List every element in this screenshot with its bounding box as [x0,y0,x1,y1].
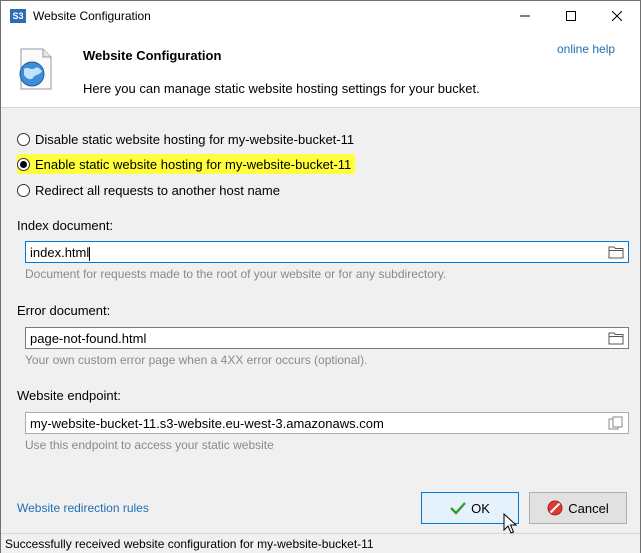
website-endpoint-field[interactable]: my-website-bucket-11.s3-website.eu-west-… [25,412,629,434]
browse-folder-icon[interactable] [608,245,624,259]
error-document-label: Error document: [17,303,111,318]
cancel-button[interactable]: Cancel [529,492,627,524]
radio-disable-hosting[interactable]: Disable static website hosting for my-we… [17,129,354,149]
ok-button-label: OK [471,500,490,516]
website-globe-icon [19,48,52,90]
checkmark-icon [450,502,466,515]
browse-folder-icon[interactable] [608,331,624,345]
dialog-window: S3 Website Configuration Website Configu… [0,0,641,553]
copy-icon[interactable] [608,416,624,430]
text-caret [89,246,91,261]
header-description: Here you can manage static website hosti… [83,81,480,96]
minimize-button[interactable] [502,1,548,31]
maximize-icon [566,11,576,21]
maximize-button[interactable] [548,1,594,31]
index-document-input[interactable]: index.html [25,241,629,263]
website-redirection-rules-link[interactable]: Website redirection rules [17,501,149,515]
status-text: Successfully received website configurat… [5,537,374,551]
radio-circle-checked[interactable] [17,157,30,171]
website-endpoint-value: my-website-bucket-11.s3-website.eu-west-… [30,416,384,431]
radio-circle[interactable] [17,132,30,146]
title-bar[interactable]: S3 Website Configuration [1,1,640,31]
radio-enable-hosting[interactable]: Enable static website hosting for my-web… [17,154,356,174]
error-document-hint: Your own custom error page when a 4XX er… [25,353,368,367]
online-help-link[interactable]: online help [557,42,615,56]
website-endpoint-hint: Use this endpoint to access your static … [25,438,274,452]
minimize-icon [520,15,530,17]
index-document-label: Index document: [17,218,114,233]
status-bar: Successfully received website configurat… [1,533,640,553]
radio-disable-label: Disable static website hosting for my-we… [35,131,355,147]
radio-circle[interactable] [17,183,30,197]
mouse-pointer-icon [503,513,517,534]
cancel-icon [547,500,563,516]
dialog-header: Website Configuration Here you can manag… [1,31,640,108]
website-endpoint-label: Website endpoint: [17,388,121,403]
index-document-value: index.html [30,245,90,260]
s3-app-icon: S3 [10,9,26,23]
cancel-button-label: Cancel [568,500,609,516]
close-button[interactable] [594,1,640,31]
close-icon [612,11,622,21]
error-document-input[interactable]: page-not-found.html [25,327,629,349]
window-title: Website Configuration [33,9,151,23]
error-document-value: page-not-found.html [30,331,147,346]
index-document-hint: Document for requests made to the root o… [25,267,447,281]
radio-enable-label: Enable static website hosting for my-web… [35,156,352,172]
radio-redirect-requests[interactable]: Redirect all requests to another host na… [17,180,280,200]
header-title: Website Configuration [83,48,222,63]
radio-redirect-label: Redirect all requests to another host na… [35,182,280,198]
